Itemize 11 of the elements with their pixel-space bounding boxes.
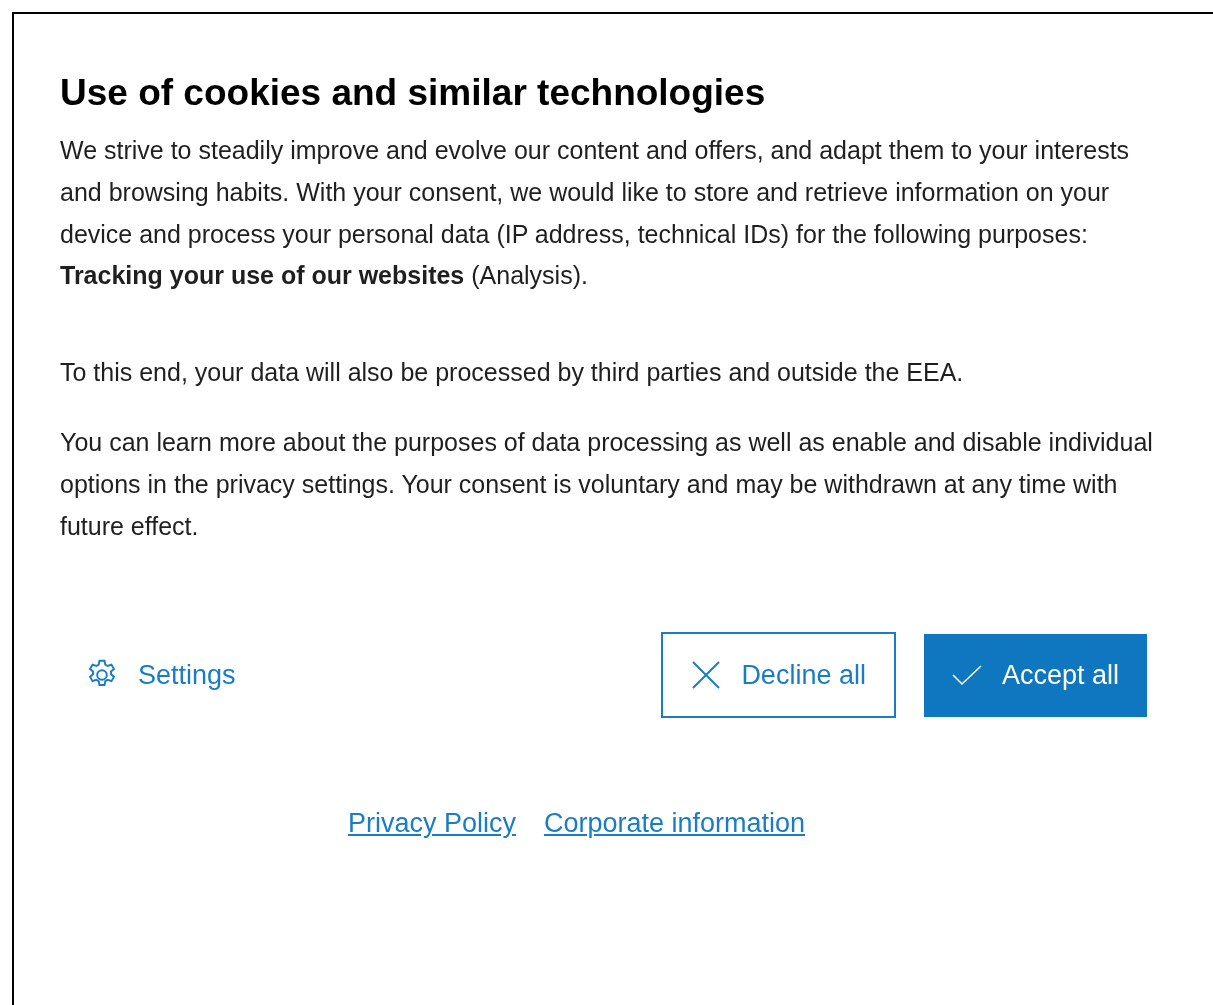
close-icon — [691, 660, 722, 691]
dialog-title: Use of cookies and similar technologies — [60, 71, 767, 115]
check-icon — [951, 664, 982, 687]
footer-link[interactable]: Privacy Policy — [347, 808, 516, 840]
settings-link[interactable]: Settings — [60, 657, 236, 694]
footer-link[interactable]: Corporate information — [543, 808, 806, 840]
accept-button[interactable]: Accept all — [923, 633, 1147, 717]
paragraph: We strive to steadily improve and evolve our content and offers, and adapt them to your interests and browsing habits. With your consent, we would like to store and retrieve information on your device and process your personal data (IP address, technical IDs) for the following purposes: Tracking your use of our websites (Analysis). — [60, 135, 1131, 292]
paragraph: You can learn more about the purposes of data processing as well as enable and disable individual options in the privacy settings. Your consent is voluntary and may be withdrawn at any time with future effect. — [60, 427, 1154, 542]
decline-button[interactable]: Decline all — [661, 632, 896, 719]
paragraph: To this end, your data will also be processed by third parties and outside the EEA. — [60, 357, 965, 389]
